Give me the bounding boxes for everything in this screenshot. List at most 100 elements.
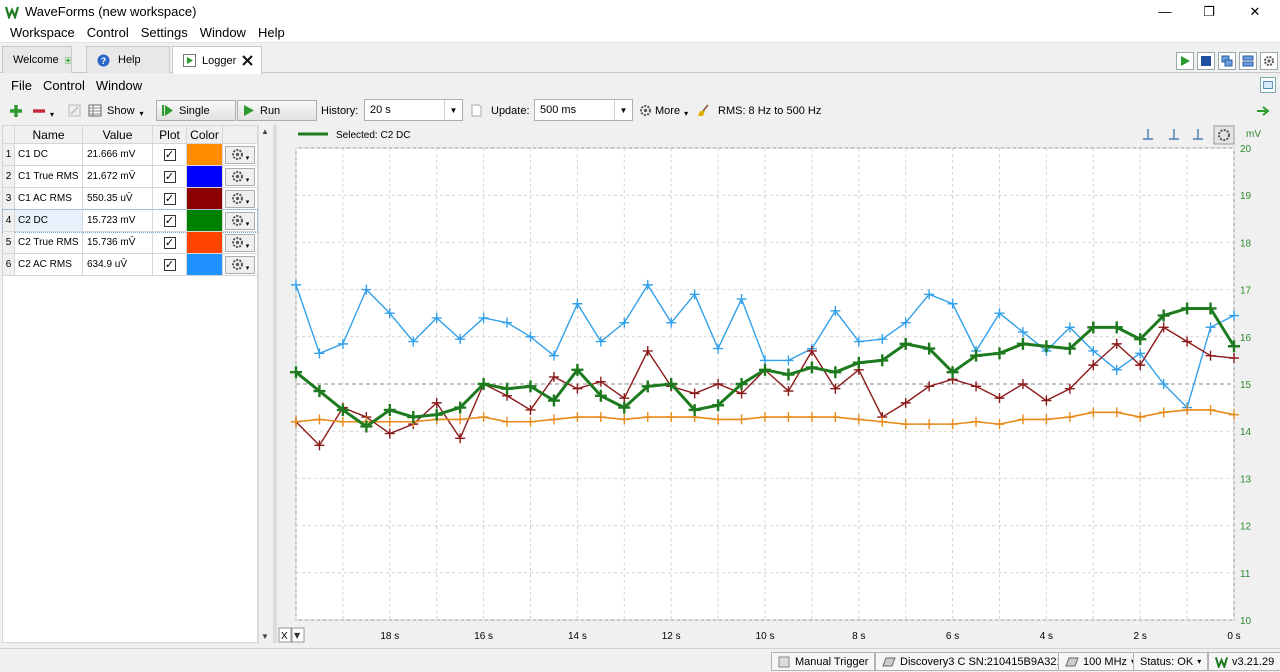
menu-logger-control[interactable]: Control [43, 78, 85, 93]
workspace-settings-button[interactable] [1260, 52, 1278, 70]
stop-icon [1201, 56, 1211, 66]
table-row[interactable]: 2 C1 True RMS 21.672 mV̄ ✓ ▾ [3, 166, 257, 188]
table-row[interactable]: 1 C1 DC 21.666 mV ✓ ▾ [3, 144, 257, 166]
channel-name[interactable]: C1 True RMS [15, 166, 83, 188]
remove-channel-button[interactable]: ▾ [32, 100, 54, 121]
device-button[interactable]: Discovery3 C SN:210415B9A321 [875, 652, 1070, 671]
tab-logger-label: Logger [202, 54, 237, 67]
table-scrollbar[interactable]: ▲ ▼ [258, 125, 272, 643]
table-row[interactable]: 3 C1 AC RMS 550.35 uV̄ ✓ ▾ [3, 188, 257, 210]
waveforms-logo-icon [1215, 656, 1228, 668]
play-icon [1181, 56, 1190, 66]
plot-checkbox[interactable]: ✓ [163, 236, 176, 249]
chevron-down-icon: ▾ [245, 154, 250, 162]
channel-name[interactable]: C1 DC [15, 144, 83, 166]
channel-options-cell: ▾ [223, 144, 257, 166]
clock-button[interactable]: 100 MHz ▾ [1058, 652, 1143, 671]
menu-window[interactable]: Window [200, 25, 246, 40]
channel-options-button[interactable]: ▾ [225, 211, 255, 230]
expand-toolbar-button[interactable] [1256, 100, 1270, 121]
channel-options-button[interactable]: ▾ [225, 233, 255, 252]
row-index: 4 [3, 210, 15, 232]
channel-name[interactable]: C2 DC [15, 210, 83, 232]
menu-logger-window[interactable]: Window [96, 78, 142, 93]
chevron-down-icon: ▾ [50, 110, 55, 119]
channel-name[interactable]: C1 AC RMS [15, 188, 83, 210]
color-swatch[interactable] [187, 166, 223, 188]
history-select[interactable]: 20 s ▼ [364, 99, 463, 121]
channel-name[interactable]: C2 True RMS [15, 232, 83, 254]
run-button[interactable]: Run [237, 100, 317, 121]
cascade-windows-button[interactable] [1218, 52, 1236, 70]
tile-windows-button[interactable] [1239, 52, 1257, 70]
logger-plot[interactable]: Selected: C2 DC 20 19 18 17 16 15 14 13 12 11 10 mV X… [278, 125, 1278, 645]
color-header[interactable]: Color [187, 126, 223, 144]
color-swatch[interactable] [187, 254, 223, 276]
tab-logger[interactable]: Logger [172, 46, 262, 74]
channel-options-cell: ▾ [223, 232, 257, 254]
add-channel-button[interactable] [9, 100, 23, 121]
tile-icon [1242, 55, 1254, 67]
x-tick-label: 0 s [1227, 631, 1240, 642]
table-row[interactable]: 5 C2 True RMS 15.736 mV̄ ✓ ▾ [3, 232, 257, 254]
channel-value: 550.35 uV̄ [83, 188, 153, 210]
play-icon [183, 54, 196, 67]
plot-checkbox[interactable]: ✓ [163, 214, 176, 227]
status-button[interactable]: Status: OK ▾ [1133, 652, 1209, 671]
single-button[interactable]: Single [156, 100, 236, 121]
version-button[interactable]: v3.21.29 [1208, 652, 1280, 671]
close-icon[interactable] [242, 55, 253, 66]
close-button[interactable]: ✕ [1232, 0, 1278, 23]
run-all-button[interactable] [1176, 52, 1194, 70]
rms-filter-button[interactable] [697, 100, 710, 121]
plus-icon[interactable] [64, 54, 71, 67]
plot-area[interactable]: Selected: C2 DC 20 19 18 17 16 15 14 13 12 11 10 mV X… [278, 125, 1278, 645]
plot-checkbox[interactable]: ✓ [163, 170, 176, 183]
plot-checkbox[interactable]: ✓ [163, 258, 176, 271]
show-menu-button[interactable]: Show ▾ [88, 100, 144, 121]
menu-control[interactable]: Control [87, 25, 129, 40]
channel-options-button[interactable]: ▾ [225, 255, 255, 274]
channel-name[interactable]: C2 AC RMS [15, 254, 83, 276]
update-icon [470, 100, 483, 121]
channel-options-button[interactable]: ▾ [225, 167, 255, 186]
plot-toggle-cell: ✓ [153, 144, 187, 166]
logger-toolbar: ▾ Show ▾ Single Run History: 20 s ▼ Upda… [0, 97, 1280, 123]
menu-file[interactable]: File [11, 78, 32, 93]
plot-checkbox[interactable]: ✓ [163, 192, 176, 205]
value-header[interactable]: Value [83, 126, 153, 144]
y-unit-label: mV [1246, 129, 1261, 140]
device-label: Discovery3 C SN:210415B9A321 [900, 655, 1063, 668]
gear-icon [1264, 56, 1274, 66]
table-row[interactable]: 4 C2 DC 15.723 mV ✓ ▾ [2, 209, 258, 233]
scroll-down-icon[interactable]: ▼ [261, 632, 269, 641]
stop-all-button[interactable] [1197, 52, 1215, 70]
channel-options-button[interactable]: ▾ [225, 189, 255, 208]
panel-splitter[interactable] [273, 125, 277, 643]
x-tick-label: 12 s [662, 631, 681, 642]
menu-help[interactable]: Help [258, 25, 285, 40]
update-select[interactable]: 500 ms ▼ [534, 99, 633, 121]
chevron-down-icon: ▾ [684, 109, 689, 118]
more-menu-button[interactable]: More ▾ [639, 100, 688, 121]
plot-settings-button[interactable] [1213, 125, 1235, 145]
color-swatch[interactable] [187, 188, 223, 210]
plot-checkbox[interactable]: ✓ [163, 148, 176, 161]
menu-workspace[interactable]: Workspace [10, 25, 75, 40]
tab-welcome[interactable]: Welcome [2, 46, 72, 73]
plot-header[interactable]: Plot [153, 126, 187, 144]
channel-options-button[interactable]: ▾ [225, 145, 255, 164]
color-swatch[interactable] [187, 232, 223, 254]
menu-settings[interactable]: Settings [141, 25, 188, 40]
color-swatch[interactable] [187, 144, 223, 166]
maximize-button[interactable]: ❐ [1186, 0, 1232, 23]
color-swatch[interactable] [187, 210, 223, 232]
scroll-up-icon[interactable]: ▲ [261, 127, 269, 136]
manual-trigger-button[interactable]: Manual Trigger [771, 652, 876, 671]
minimize-button[interactable]: — [1142, 0, 1188, 23]
tab-help[interactable]: ? Help [86, 46, 170, 73]
update-label: Update: [491, 104, 530, 117]
dock-icon[interactable] [1260, 77, 1276, 93]
name-header[interactable]: Name [15, 126, 83, 144]
table-row[interactable]: 6 C2 AC RMS 634.9 uV̄ ✓ ▾ [3, 254, 257, 276]
